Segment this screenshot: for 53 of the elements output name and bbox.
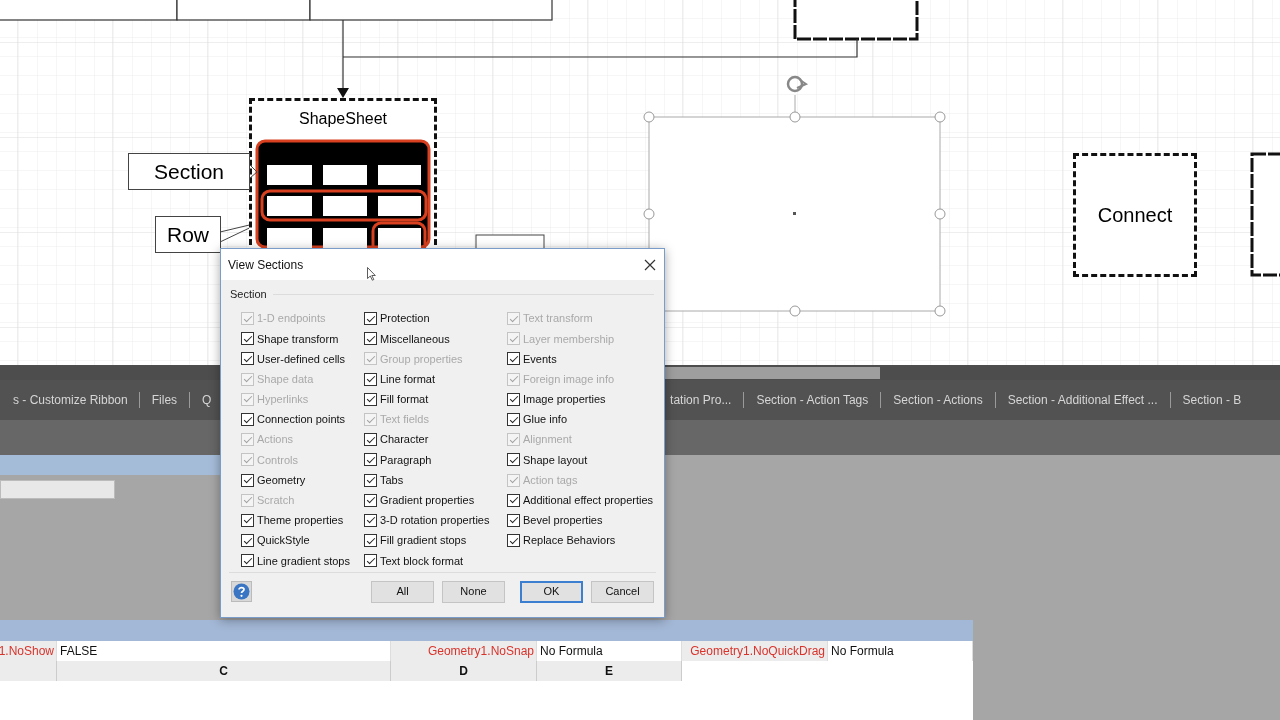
checkbox-label: Actions	[257, 432, 294, 448]
checkbox-label: Fill format	[380, 392, 429, 408]
callout-label: Section	[128, 153, 250, 190]
checkbox-label: Image properties	[523, 392, 606, 408]
checkbox-label: Miscellaneous	[380, 331, 450, 347]
column-header: D	[391, 661, 537, 681]
checkbox-label: Text transform	[523, 311, 593, 327]
checkbox-label: Geometry	[257, 472, 306, 488]
table-cell: No Formula	[537, 641, 682, 661]
callout-label: Row	[155, 216, 221, 253]
checkbox-label: Protection	[380, 311, 430, 327]
diagram-shape: Connect	[1073, 153, 1197, 277]
cell-name: Geometry1.NoQuickDrag	[682, 641, 828, 661]
column-header: C	[57, 661, 391, 681]
checkbox-label: Text block format	[380, 553, 464, 569]
checkbox-label: Line format	[380, 371, 436, 387]
cell-name: Geometry1.NoSnap	[391, 641, 537, 661]
checkbox-label: Paragraph	[380, 452, 432, 468]
shape-title: ShapeSheet	[298, 109, 388, 129]
checkbox-label: 1-D endpoints	[257, 311, 326, 327]
table-cell: FALSE	[57, 641, 391, 661]
checkbox-label: Shape data	[257, 371, 314, 387]
checkbox-label: User-defined cells	[257, 351, 346, 367]
checkbox-label: Bevel properties	[523, 513, 603, 529]
checkbox-label: Tabs	[380, 472, 404, 488]
checkbox-label: QuickStyle	[257, 533, 310, 549]
checkbox-label: Glue info	[523, 412, 568, 428]
group-label: Section	[230, 287, 267, 302]
checkbox-label: Fill gradient stops	[380, 533, 467, 549]
checkbox-label: Foreign image info	[523, 371, 615, 387]
table-cell: No Formula	[828, 641, 973, 661]
column-header: E	[537, 661, 682, 681]
checkbox-label: Additional effect properties	[523, 493, 654, 509]
checkbox-label: Hyperlinks	[257, 392, 309, 408]
checkbox-label: 3-D rotation properties	[380, 513, 490, 529]
checkbox-label: Shape layout	[523, 452, 588, 468]
checkbox-label: Connection points	[257, 412, 346, 428]
checkbox-label: Scratch	[257, 493, 295, 509]
checkbox-label: Controls	[257, 452, 298, 468]
checkbox-label: Layer membership	[523, 331, 615, 347]
checkbox-label: Events	[523, 351, 557, 367]
checkbox-label: Text fields	[380, 412, 429, 428]
dialog-title: View Sections	[228, 256, 304, 274]
checkbox-label: Group properties	[380, 351, 463, 367]
checkbox-label: Theme properties	[257, 513, 344, 529]
cell-name: 1.NoShow	[0, 641, 57, 661]
checkbox-label: Alignment	[523, 432, 572, 448]
checkbox-label: Gradient properties	[380, 493, 475, 509]
checkbox-label: Line gradient stops	[257, 553, 350, 569]
checkbox-label: Action tags	[523, 472, 578, 488]
checkbox-label: Replace Behaviors	[523, 533, 616, 549]
checkbox-label: Shape transform	[257, 331, 339, 347]
checkbox-label: Character	[380, 432, 429, 448]
